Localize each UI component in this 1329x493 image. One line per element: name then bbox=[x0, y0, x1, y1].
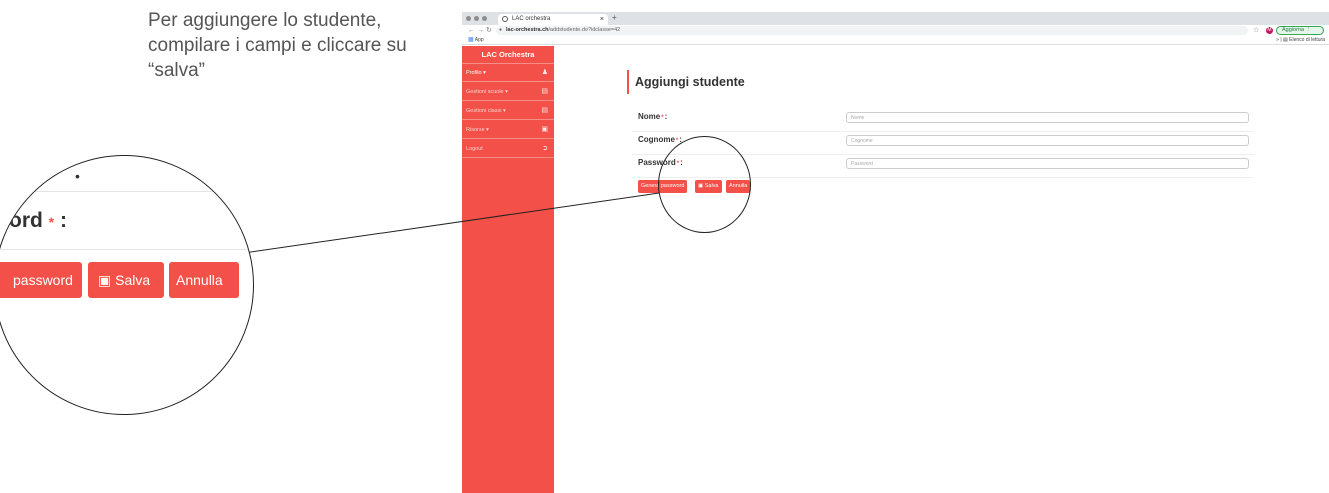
magnifier-generate-button: password bbox=[0, 262, 82, 298]
magnifier-cancel-button: Annulla bbox=[169, 262, 239, 298]
magnifier-save-button: ▣ Salva bbox=[88, 262, 164, 298]
magnifier-password-label: ord * : bbox=[9, 209, 67, 232]
magnifier-divider bbox=[0, 249, 253, 250]
magnifier-divider bbox=[0, 191, 253, 192]
magnifier-dot: • bbox=[75, 168, 80, 184]
floppy-icon: ▣ bbox=[98, 272, 112, 288]
magnifier-save-label: Salva bbox=[115, 272, 151, 288]
required-mark: * bbox=[48, 214, 55, 230]
magnifier-circle: • ord * : password ▣ Salva Annulla bbox=[0, 155, 254, 415]
